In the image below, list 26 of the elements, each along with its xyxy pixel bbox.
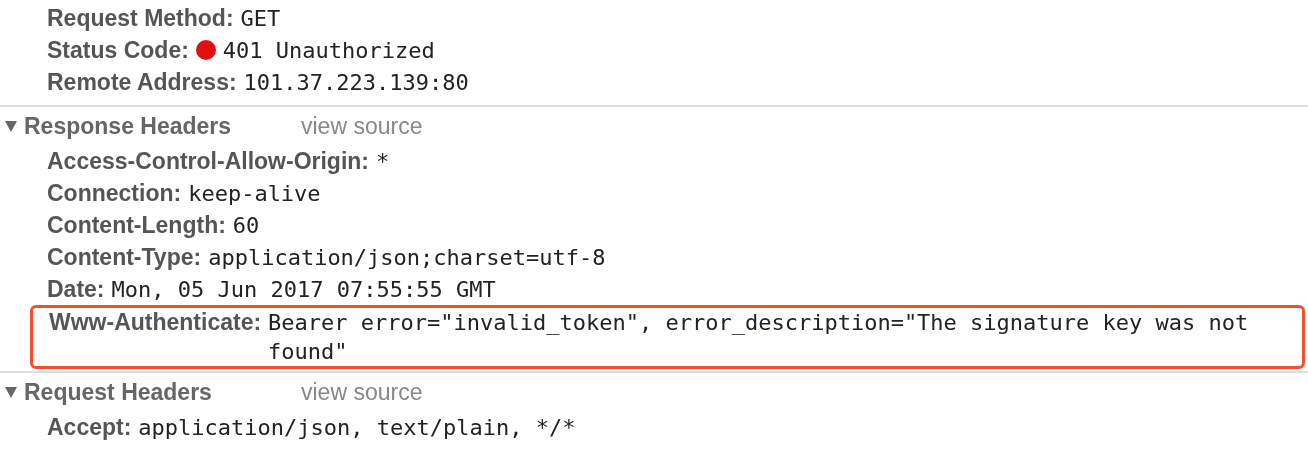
header-value: 60 <box>232 212 261 240</box>
header-name: Accept: <box>47 413 132 442</box>
header-value: * <box>376 148 391 176</box>
header-name: Date: <box>47 275 105 304</box>
header-value: GET <box>240 5 282 33</box>
header-name: Access-Control-Allow-Origin: <box>47 147 369 176</box>
expanded-triangle-icon[interactable] <box>4 119 18 133</box>
section-title[interactable]: Response Headers <box>24 108 301 144</box>
header-value: application/json;charset=utf-8 <box>208 244 607 272</box>
header-value: Bearer error="invalid_token", error_description="The signature key was not found" <box>268 309 1250 366</box>
header-value: 401 Unauthorized <box>222 37 436 65</box>
header-name: Content-Type: <box>47 243 202 272</box>
header-name: Remote Address: <box>47 68 237 97</box>
header-value: Mon, 05 Jun 2017 07:55:55 GMT <box>111 276 497 304</box>
view-source-link[interactable]: view source <box>301 374 423 410</box>
header-value: 101.37.223.139:80 <box>243 69 470 97</box>
section-title[interactable]: Request Headers <box>24 374 301 410</box>
header-name: Www-Authenticate: <box>49 308 262 337</box>
expanded-triangle-icon[interactable] <box>4 385 18 399</box>
header-name: Status Code: <box>47 36 189 65</box>
header-name: Connection: <box>47 179 182 208</box>
header-value: keep-alive <box>188 180 322 208</box>
header-name: Request Method: <box>47 4 234 33</box>
header-name: Content-Length: <box>47 211 226 240</box>
header-value: application/json, text/plain, */* <box>138 414 577 442</box>
view-source-link[interactable]: view source <box>301 108 423 144</box>
